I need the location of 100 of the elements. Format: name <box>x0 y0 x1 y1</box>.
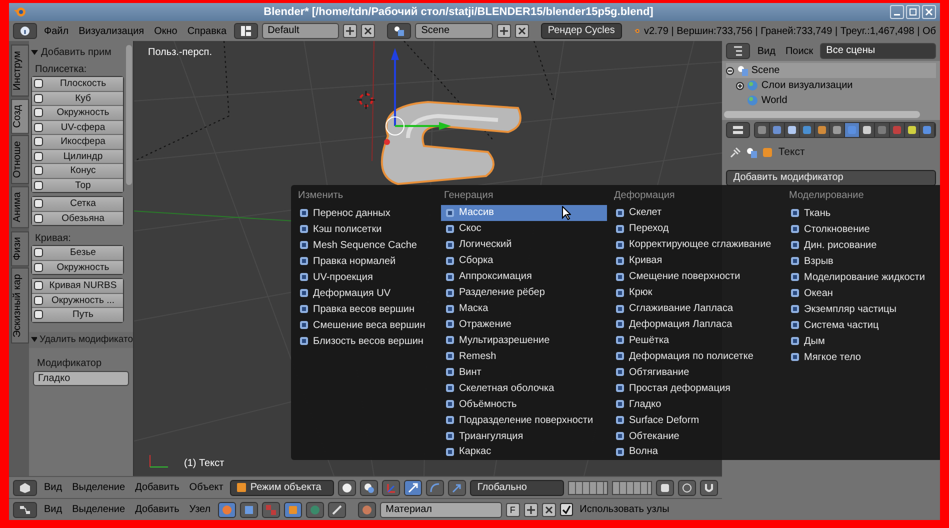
expand-toggle-icon[interactable] <box>736 82 744 90</box>
editor-type-button[interactable] <box>13 480 37 496</box>
menu-item[interactable]: Выделение <box>69 482 128 493</box>
menu-item[interactable]: Мультиразрешение <box>441 332 607 348</box>
menu-item[interactable]: Узел <box>186 504 214 515</box>
menu-item[interactable]: Логический <box>441 236 607 253</box>
menu-item[interactable]: Дин. рисование <box>786 237 932 253</box>
proportional-button[interactable] <box>678 480 696 496</box>
scrollbar[interactable] <box>724 111 920 118</box>
tool-tab[interactable]: Созд <box>11 98 29 134</box>
menu-item[interactable]: Mesh Sequence Cache <box>295 237 437 253</box>
tool-tab[interactable]: Анима <box>11 186 29 229</box>
editor-type-button[interactable] <box>13 502 37 518</box>
scene-field[interactable]: Scene <box>415 23 493 39</box>
modifier-field[interactable]: Гладко <box>33 370 129 386</box>
menu-item[interactable]: Справка <box>184 26 230 36</box>
object-button[interactable] <box>284 502 302 518</box>
menu-item[interactable]: Деформация по полисетке <box>611 348 782 364</box>
collapse-arrow-icon[interactable] <box>31 48 38 56</box>
menu-item[interactable]: Триангуляция <box>441 428 607 444</box>
properties-tab[interactable] <box>785 123 800 137</box>
menu-item[interactable]: Массив <box>441 204 607 221</box>
menu-item[interactable]: Кэш полисетки <box>295 221 437 237</box>
menu-item[interactable]: Разделение рёбер <box>441 284 607 301</box>
checkbox[interactable] <box>560 503 573 516</box>
add-primitive-button[interactable]: Тор <box>32 178 123 192</box>
display-mode-dropdown[interactable]: Все сцены <box>820 43 936 59</box>
menu-item[interactable]: Каркас <box>441 444 607 460</box>
menu-item[interactable]: Решётка <box>611 332 782 348</box>
tool-tab[interactable]: Физи <box>11 230 29 266</box>
menu-item[interactable]: Обтекание <box>611 428 782 444</box>
menu-item[interactable]: Столкновение <box>786 221 932 237</box>
maximize-button[interactable] <box>906 5 920 19</box>
menu-item[interactable]: Правка нормалей <box>295 253 437 269</box>
menu-item[interactable]: Волна <box>611 444 782 460</box>
tool-tab[interactable]: Инструм <box>11 45 29 97</box>
menu-item[interactable]: Деформация Лапласа <box>611 316 782 332</box>
add-primitive-button[interactable]: Окружность <box>32 260 123 274</box>
menu-item[interactable]: Система частиц <box>786 317 932 333</box>
line-style-button[interactable] <box>328 502 346 518</box>
pin-icon[interactable] <box>730 146 742 158</box>
properties-tab[interactable] <box>920 123 936 137</box>
add-primitive-button[interactable]: Плоскость <box>32 77 123 92</box>
tree-item[interactable]: Scene <box>751 65 780 76</box>
menu-item[interactable]: Близость весов вершин <box>295 333 437 349</box>
menu-item[interactable]: Файл <box>41 26 72 36</box>
add-primitive-button[interactable]: Окружность ... <box>32 294 123 308</box>
menu-item[interactable]: Океан <box>786 285 932 301</box>
add-primitive-button[interactable]: UV-сфера <box>32 120 123 135</box>
menu-item[interactable]: Мягкое тело <box>786 349 932 365</box>
menu-item[interactable]: UV-проекция <box>295 269 437 285</box>
add-primitive-button[interactable]: Кривая NURBS <box>32 279 123 294</box>
menu-item[interactable]: Взрыв <box>786 253 932 269</box>
menu-item[interactable]: Добавить <box>132 482 182 493</box>
properties-tab[interactable] <box>800 123 816 137</box>
delete-button[interactable] <box>542 502 556 516</box>
menu-item[interactable]: Remesh <box>441 348 607 364</box>
layer-buttons[interactable] <box>568 480 608 494</box>
material-field[interactable]: Материал <box>380 502 502 518</box>
editor-type-button[interactable] <box>13 23 37 39</box>
menu-item[interactable]: Перенос данных <box>295 205 437 221</box>
menu-item[interactable]: Сглаживание Лапласа <box>611 300 782 316</box>
tool-tab[interactable]: Отноше <box>11 135 29 184</box>
menu-item[interactable]: Смешение веса вершин <box>295 317 437 333</box>
properties-tab[interactable] <box>830 123 846 137</box>
compositing-button[interactable] <box>240 502 258 518</box>
menu-item[interactable]: Смещение поверхности <box>611 268 782 285</box>
menu-item[interactable]: Корректирующее сглаживание <box>611 236 782 253</box>
menu-item[interactable]: Аппроксимация <box>441 268 607 285</box>
shading-button[interactable] <box>338 480 356 496</box>
orientation-dropdown[interactable]: Глобально <box>470 480 564 496</box>
menu-item[interactable]: Вид <box>41 504 66 515</box>
scene-button[interactable] <box>387 23 412 39</box>
add-primitive-button[interactable]: Конус <box>32 164 123 178</box>
properties-tab[interactable] <box>815 123 830 137</box>
layout-field[interactable]: Default <box>262 23 340 39</box>
menu-item[interactable]: Отражение <box>441 316 607 332</box>
menu-item[interactable]: Простая деформация <box>611 380 782 396</box>
menu-item[interactable]: Экземпляр частицы <box>786 301 932 317</box>
menu-item[interactable]: Поиск <box>782 46 816 56</box>
snap-button[interactable] <box>700 480 718 496</box>
delete-button[interactable] <box>514 24 529 38</box>
menu-item[interactable]: Дым <box>786 333 932 349</box>
collapse-arrow-icon[interactable] <box>31 336 37 343</box>
menu-item[interactable]: Окно <box>151 26 180 36</box>
material-button[interactable] <box>358 502 376 518</box>
menu-item[interactable]: Кривая <box>611 252 782 269</box>
menu-item[interactable]: Ткань <box>786 205 932 221</box>
scrollbar[interactable] <box>126 45 132 185</box>
scale-button[interactable] <box>448 480 466 496</box>
expand-toggle-icon[interactable] <box>726 66 734 74</box>
menu-item[interactable]: Сборка <box>441 252 607 269</box>
menu-item[interactable]: Гладко <box>611 396 782 412</box>
add-primitive-button[interactable]: Цилиндр <box>32 150 123 164</box>
add-primitive-button[interactable]: Путь <box>32 308 123 322</box>
add-button[interactable] <box>496 24 511 38</box>
add-primitive-button[interactable]: Обезьяна <box>32 212 123 225</box>
tree-item[interactable]: Слои визуализации <box>761 80 853 91</box>
menu-item[interactable]: Скос <box>441 220 607 237</box>
move-button[interactable] <box>404 480 422 496</box>
